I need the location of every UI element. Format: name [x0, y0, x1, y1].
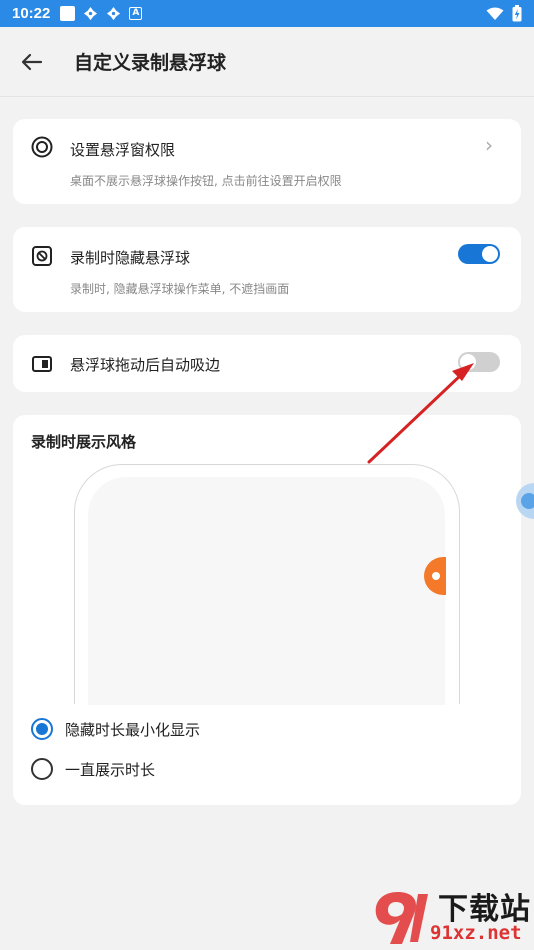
hide-ball-title: 录制时隐藏悬浮球: [70, 249, 191, 267]
auto-snap-card: 悬浮球拖动后自动吸边: [13, 335, 521, 392]
snap-edge-icon: [32, 356, 52, 372]
watermark: 下载站 91xz.net: [368, 882, 534, 950]
target-icon: [31, 136, 53, 158]
permission-title: 设置悬浮窗权限: [70, 141, 176, 159]
wifi-icon: [486, 7, 504, 20]
battery-icon: [512, 5, 522, 22]
auto-snap-title: 悬浮球拖动后自动吸边: [70, 356, 221, 374]
display-style-title: 录制时展示风格: [31, 433, 137, 451]
permission-card[interactable]: 设置悬浮窗权限 桌面不展示悬浮球操作按钮, 点击前往设置开启权限 ›: [13, 119, 521, 204]
style-option-minimize[interactable]: 隐藏时长最小化显示: [31, 718, 200, 740]
watermark-logo-icon: [375, 892, 428, 944]
phone-screen: [88, 477, 445, 705]
app-bar: 自定义录制悬浮球: [0, 27, 534, 97]
auto-snap-toggle[interactable]: [458, 352, 500, 372]
toggle-knob: [482, 246, 498, 262]
a-icon: A: [129, 7, 143, 20]
back-button[interactable]: [18, 48, 46, 76]
style-option-label: 一直展示时长: [65, 760, 156, 779]
display-style-card: 录制时展示风格 隐藏时长最小化显示 一直展示时长: [13, 415, 521, 805]
status-time: 10:22: [12, 5, 51, 22]
arrow-left-icon: [21, 53, 43, 70]
pinwheel-icon: [84, 6, 98, 21]
watermark-url: 91xz.net: [430, 922, 522, 944]
square-icon: [60, 6, 76, 21]
style-option-always[interactable]: 一直展示时长: [31, 758, 155, 780]
chevron-right-icon: ›: [485, 133, 493, 157]
page-title: 自定义录制悬浮球: [74, 52, 227, 74]
radio-selected-icon[interactable]: [31, 718, 53, 740]
pinwheel-icon: [107, 6, 121, 21]
hide-ball-subtitle: 录制时, 隐藏悬浮球操作菜单, 不遮挡画面: [70, 282, 290, 296]
phone-preview: [74, 464, 460, 705]
hide-ball-card: 录制时隐藏悬浮球 录制时, 隐藏悬浮球操作菜单, 不遮挡画面: [13, 227, 521, 312]
style-option-label: 隐藏时长最小化显示: [65, 720, 201, 739]
toggle-knob: [460, 354, 476, 370]
status-bar: 10:22 A: [0, 0, 534, 27]
hide-ball-icon: [32, 246, 52, 266]
hide-ball-toggle[interactable]: [458, 244, 500, 264]
permission-subtitle: 桌面不展示悬浮球操作按钮, 点击前往设置开启权限: [70, 174, 342, 188]
radio-unselected-icon[interactable]: [31, 758, 53, 780]
